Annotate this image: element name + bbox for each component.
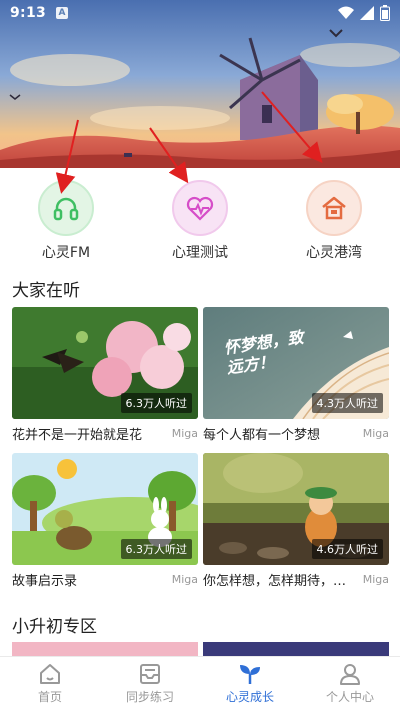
person-icon — [340, 664, 360, 685]
nav-label: 个人中心 — [325, 690, 374, 704]
nav-label: 心灵成长 — [225, 690, 274, 704]
audio-card[interactable]: 怀梦想，致远方！ 4.3万人听过 每个人都有一个梦想 Miga — [203, 307, 389, 443]
inbox-icon — [140, 664, 160, 684]
card-author: Miga — [362, 427, 389, 440]
nav-growth[interactable]: 心灵成长 — [200, 657, 300, 710]
house-icon — [306, 180, 362, 236]
home-icon — [40, 664, 60, 684]
quick-link-harbor[interactable]: 心灵港湾 — [284, 180, 384, 262]
card-thumbnail: 6.3万人听过 — [12, 453, 198, 565]
listener-count-badge: 4.6万人听过 — [311, 539, 383, 559]
status-bar: 9:13 A — [0, 0, 400, 26]
battery-icon — [380, 5, 390, 21]
sprout-icon — [240, 665, 260, 684]
card-thumbnail: 怀梦想，致远方！ 4.3万人听过 — [203, 307, 389, 419]
notification-icon: A — [56, 7, 69, 19]
heart-pulse-icon — [172, 180, 228, 236]
card-title: 每个人都有一个梦想 — [203, 428, 321, 443]
card-title: 花并不是一开始就是花 — [12, 428, 143, 443]
bottom-nav: 首页 同步练习 心灵成长 个人中心 — [0, 656, 400, 710]
quick-link-fm[interactable]: 心灵FM — [16, 180, 116, 262]
zone-card-peek-right[interactable] — [203, 642, 389, 656]
status-time: 9:13 — [10, 5, 47, 21]
signal-icon — [360, 6, 374, 20]
nav-practice[interactable]: 同步练习 — [100, 657, 200, 710]
section-title-primary-zone: 小升初专区 — [12, 617, 97, 637]
nav-label: 同步练习 — [125, 690, 174, 704]
headphones-icon — [38, 180, 94, 236]
quick-link-label: 心理测试 — [172, 245, 228, 261]
quick-link-label: 心灵港湾 — [306, 245, 362, 261]
card-title: 故事启示录 — [12, 574, 78, 589]
audio-card[interactable]: 6.3万人听过 故事启示录 Miga — [12, 453, 198, 589]
nav-label: 首页 — [37, 690, 62, 704]
audio-card[interactable]: 6.3万人听过 花并不是一开始就是花 Miga — [12, 307, 198, 443]
card-title: 你怎样想，怎样期待，就是怎样 — [203, 574, 359, 589]
card-author: Miga — [171, 427, 198, 440]
listener-count-badge: 6.3万人听过 — [120, 393, 192, 413]
quick-link-test[interactable]: 心理测试 — [150, 180, 250, 262]
nav-profile[interactable]: 个人中心 — [300, 657, 400, 710]
card-thumbnail: 4.6万人听过 — [203, 453, 389, 565]
section-title-listening: 大家在听 — [12, 281, 80, 301]
wifi-icon — [338, 6, 354, 19]
card-author: Miga — [171, 573, 198, 586]
card-thumbnail: 6.3万人听过 — [12, 307, 198, 419]
quick-links: 心灵FM 心理测试 心灵港湾 — [0, 180, 400, 265]
nav-home[interactable]: 首页 — [0, 657, 100, 710]
listener-count-badge: 4.3万人听过 — [311, 393, 383, 413]
quick-link-label: 心灵FM — [41, 245, 91, 261]
listener-count-badge: 6.3万人听过 — [120, 539, 192, 559]
audio-card[interactable]: 4.6万人听过 你怎样想，怎样期待，就是怎样 Miga — [203, 453, 389, 589]
card-author: Miga — [362, 573, 389, 586]
zone-card-peek-left[interactable] — [12, 642, 198, 656]
